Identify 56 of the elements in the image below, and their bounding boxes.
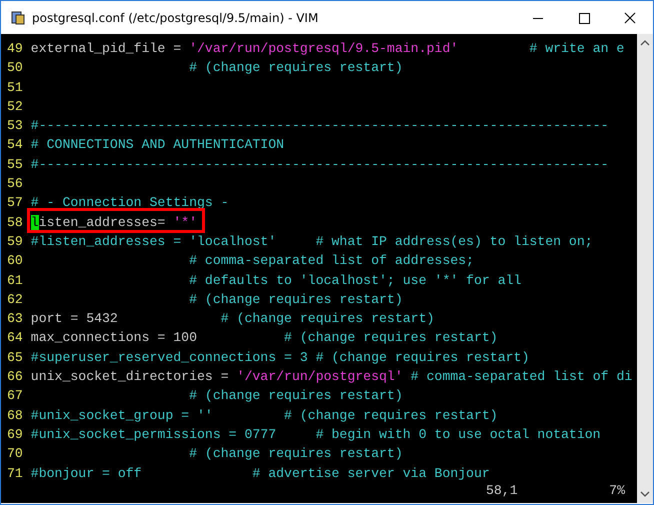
comment-text: # comma-separated list of addresses; <box>188 253 474 268</box>
line-number: 63 <box>7 310 24 328</box>
comment-text: #unix_socket_group = '' # (change requires restart) <box>30 408 498 423</box>
line-number: 61 <box>7 272 24 290</box>
comment-text: # (change requires restart) <box>188 388 403 404</box>
line-number: 60 <box>7 252 24 270</box>
code-text: max_connections = 100 <box>30 330 197 346</box>
comment-text: # (change requires restart) <box>220 311 434 326</box>
comment-text: #------------------------------------------------------------------------ <box>30 118 609 134</box>
line-number: 54 <box>7 136 24 154</box>
line-number: 55 <box>7 156 24 174</box>
code-text: unix_socket_directories = <box>30 369 230 384</box>
cursor-position: 58,1 <box>486 482 518 500</box>
scrollbar[interactable] <box>637 34 653 503</box>
line-number: 68 <box>7 406 24 425</box>
comment-text: # write an e <box>528 41 624 56</box>
line-number: 65 <box>7 348 24 367</box>
code-text: external_pid_file = <box>30 41 182 56</box>
comment-text: # - Connection Settings - <box>30 195 229 210</box>
line-number: 51 <box>7 78 24 97</box>
app-icon <box>10 10 26 26</box>
line-number: 69 <box>7 426 24 444</box>
comment-text: # (change requires restart) <box>283 330 498 346</box>
line-number: 67 <box>7 387 24 406</box>
comment-text: # (change requires restart) <box>188 292 403 307</box>
line-number: 62 <box>7 290 24 309</box>
line-number: 58 <box>7 214 24 232</box>
cursor: l <box>30 214 39 230</box>
line-number: 70 <box>7 445 24 464</box>
string-text: '/var/run/postgresql/9.5-main.pid' <box>189 41 458 56</box>
line-number: 59 <box>7 232 24 251</box>
scroll-percent: 7% <box>609 482 625 500</box>
line-number: 57 <box>7 194 24 212</box>
comment-text: #superuser_reserved_connections = 3 # (change requires restart) <box>30 350 530 365</box>
code-text: port = 5432 <box>30 311 118 326</box>
string-text: '*' <box>173 214 198 230</box>
comment-text: # CONNECTIONS AND AUTHENTICATION <box>30 137 284 152</box>
line-number: 53 <box>7 117 24 136</box>
code-text: isten_addresses= <box>38 214 166 230</box>
line-number: 52 <box>7 98 24 116</box>
line-number: 71 <box>7 464 24 483</box>
line-number: 66 <box>7 368 24 386</box>
string-text: '/var/run/postgresql' <box>236 369 403 384</box>
line-number: 56 <box>7 175 24 194</box>
comment-text: # (change requires restart) <box>188 446 403 462</box>
comment-text: # comma-separated list of di <box>410 369 632 384</box>
comment-text: #bonjour = off # advertise server via Bonjour <box>30 466 490 481</box>
line-number: 64 <box>7 329 24 348</box>
comment-text: #------------------------------------------------------------------------ <box>30 156 609 172</box>
window-title: postgresql.conf (/etc/postgresql/9.5/main) - VIM <box>32 10 320 24</box>
comment-text: # defaults to 'localhost'; use '*' for all <box>188 272 522 288</box>
comment-text: #listen_addresses = 'localhost' # what IP address(es) to listen on; <box>30 234 593 249</box>
comment-text: # (change requires restart) <box>188 60 403 76</box>
line-number: 49 <box>7 40 24 58</box>
comment-text: #unix_socket_permissions = 0777 # begin with 0 to use octal notation <box>30 426 601 442</box>
line-number: 50 <box>7 59 24 78</box>
